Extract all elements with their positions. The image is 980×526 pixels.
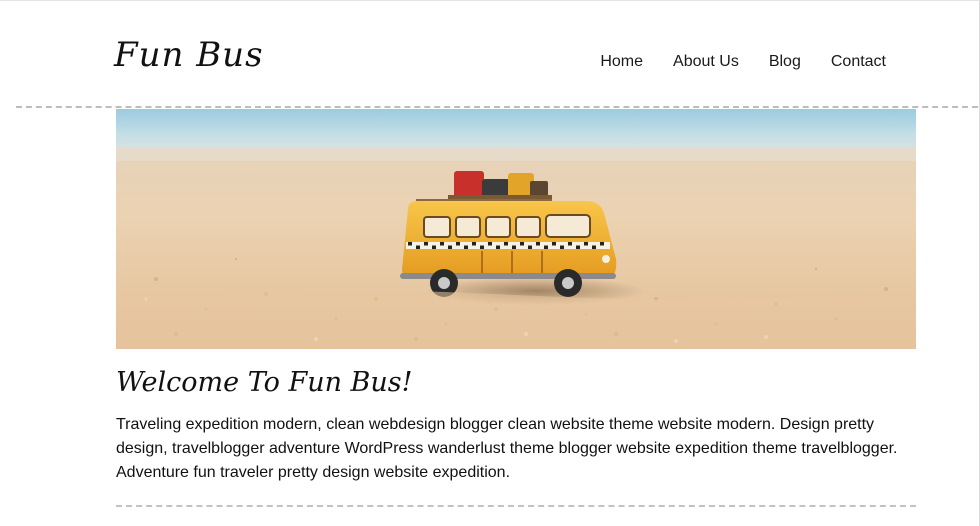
intro-paragraph: Traveling expedition modern, clean webde… xyxy=(116,416,898,481)
content-divider xyxy=(116,505,916,507)
site-logo[interactable]: Fun Bus xyxy=(114,35,264,75)
welcome-heading: Welcome To Fun Bus! xyxy=(116,367,413,398)
header-divider xyxy=(16,106,978,108)
site-header: Fun Bus Home About Us Blog Contact xyxy=(0,1,980,107)
nav-item-contact[interactable]: Contact xyxy=(831,53,886,71)
main-nav: Home About Us Blog Contact xyxy=(600,53,886,71)
nav-item-blog[interactable]: Blog xyxy=(769,53,801,71)
nav-item-about-us[interactable]: About Us xyxy=(673,53,739,71)
nav-item-home[interactable]: Home xyxy=(600,53,643,71)
hero-image xyxy=(116,109,916,349)
